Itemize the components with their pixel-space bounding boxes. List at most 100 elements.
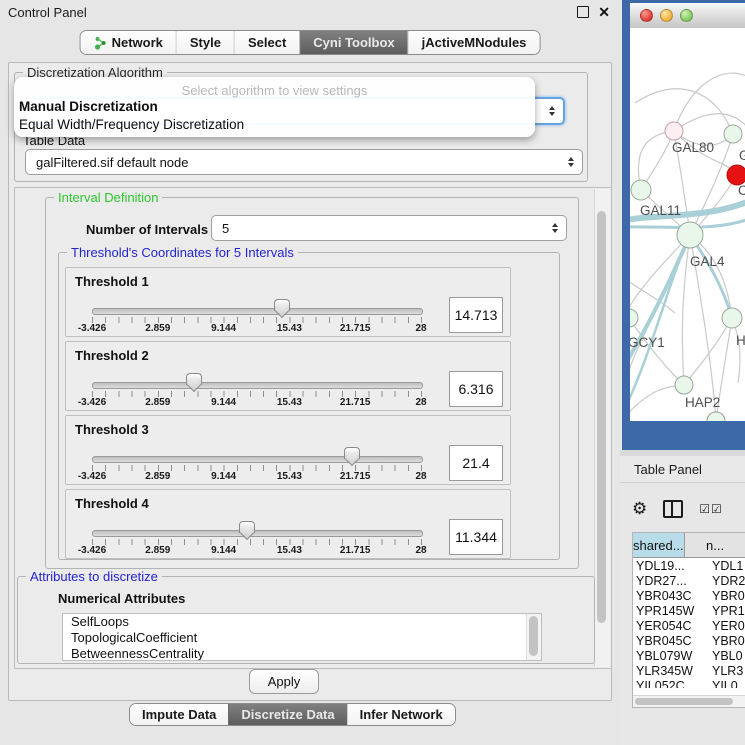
tab-jactivemnodules[interactable]: jActiveMNodules [408, 31, 540, 54]
table-cell[interactable]: YER0 [709, 619, 745, 633]
tick-label: 9.144 [211, 545, 236, 556]
list-item[interactable]: TopologicalCoefficient [63, 630, 541, 646]
slider-track[interactable] [92, 308, 423, 315]
node-label: GAL4 [690, 254, 725, 269]
tick-label: -3.426 [78, 471, 106, 482]
network-window[interactable]: GAL80 G C GAL11 GAL4 GCY1 H HAP2 [622, 0, 745, 450]
table-row[interactable]: YER054CYER0 [633, 618, 745, 633]
tick-label: 21.715 [340, 397, 371, 408]
vertical-scrollbar[interactable] [594, 189, 610, 667]
network-canvas[interactable]: GAL80 G C GAL11 GAL4 GCY1 H HAP2 [630, 28, 745, 421]
tab-impute-data-label: Impute Data [142, 707, 216, 722]
float-window-icon[interactable] [577, 6, 589, 18]
network-window-titlebar[interactable] [630, 3, 745, 29]
tab-select[interactable]: Select [234, 31, 299, 54]
combo-stepper-icon [568, 157, 574, 167]
interval-definition-group: Interval Definition Number of Intervals … [45, 197, 579, 569]
table-row[interactable]: YBL079WYBL0 [633, 648, 745, 663]
table-cell[interactable]: YIL052C [633, 679, 709, 689]
table-cell[interactable]: YBR045C [633, 634, 709, 648]
table-cell[interactable]: YBL079W [633, 649, 709, 663]
select-checkboxes-icon[interactable]: ☑☑ [699, 502, 723, 516]
selected-red-node[interactable] [727, 165, 745, 185]
table-cell[interactable]: YDL19... [633, 559, 709, 573]
threshold-1-slider[interactable]: -3.426 2.859 9.144 15.43 21.715 28 [92, 268, 421, 336]
tab-cyni-toolbox[interactable]: Cyni Toolbox [299, 31, 407, 54]
column-header-shared-name[interactable]: shared... [633, 533, 685, 557]
slider-knob[interactable] [344, 447, 360, 459]
table-row[interactable]: YPR145WYPR1 [633, 603, 745, 618]
close-traffic-light[interactable] [640, 9, 653, 22]
tab-infer-network-label: Infer Network [360, 707, 443, 722]
table-cell[interactable]: YPR1 [709, 604, 745, 618]
number-of-intervals-combobox[interactable]: 5 [211, 215, 567, 241]
tab-impute-data[interactable]: Impute Data [130, 704, 228, 725]
threshold-3-slider[interactable]: -3.426 2.859 9.144 15.43 21.715 28 [92, 416, 421, 484]
table-cell[interactable]: YIL0 [709, 679, 745, 689]
number-of-intervals-label: Number of Intervals [86, 222, 208, 237]
slider-knob[interactable] [239, 521, 255, 533]
table-cell[interactable]: YBL0 [709, 649, 745, 663]
table-row[interactable]: YBR043CYBR0 [633, 588, 745, 603]
tick-label: 15.43 [277, 545, 302, 556]
scrollbar-thumb[interactable] [529, 616, 538, 656]
numerical-attributes-label: Numerical Attributes [58, 591, 185, 606]
table-cell[interactable]: YBR0 [709, 634, 745, 648]
dropdown-option-equal-width-frequency[interactable]: Equal Width/Frequency Discretization [14, 116, 535, 134]
scrollbar-thumb[interactable] [597, 211, 606, 623]
table-row[interactable]: YLR345WYLR3 [633, 663, 745, 678]
dropdown-hint: Select algorithm to view settings [14, 83, 535, 98]
threshold-4-value-field[interactable]: 11.344 [449, 519, 503, 555]
tab-network[interactable]: Network [81, 31, 176, 54]
table-panel-titlebar: Table Panel [620, 456, 745, 483]
list-item[interactable]: BetweennessCentrality [63, 646, 541, 661]
threshold-2-value-field[interactable]: 6.316 [449, 371, 503, 407]
tick-label: 15.43 [277, 471, 302, 482]
threshold-2-slider[interactable]: -3.426 2.859 9.144 15.43 21.715 28 [92, 342, 421, 410]
slider-track[interactable] [92, 382, 423, 389]
table-cell[interactable]: YDR27... [633, 574, 709, 588]
table-cell[interactable]: YDL1 [709, 559, 745, 573]
dropdown-option-manual-discretization[interactable]: Manual Discretization [14, 98, 535, 116]
tab-style[interactable]: Style [176, 31, 234, 54]
table-cell[interactable]: YPR145W [633, 604, 709, 618]
threshold-1-value-field[interactable]: 14.713 [449, 297, 503, 333]
table-cell[interactable]: YDR2 [709, 574, 745, 588]
slider-track[interactable] [92, 456, 423, 463]
slider-knob[interactable] [186, 373, 202, 385]
close-icon[interactable]: ✕ [598, 6, 610, 18]
gear-icon[interactable]: ⚙ [632, 500, 647, 518]
table-cell[interactable]: YLR345W [633, 664, 709, 678]
table-panel-title: Table Panel [620, 462, 702, 477]
table-row[interactable]: YDR27...YDR2 [633, 573, 745, 588]
threshold-4-slider[interactable]: -3.426 2.859 9.144 15.43 21.715 28 [92, 490, 421, 558]
column-header-name[interactable]: n... [685, 533, 745, 557]
table-cell[interactable]: YER054C [633, 619, 709, 633]
slider-track[interactable] [92, 530, 423, 537]
table-data-combobox[interactable]: galFiltered.sif default node [25, 149, 583, 175]
tab-infer-network[interactable]: Infer Network [347, 704, 455, 725]
apply-button[interactable]: Apply [249, 669, 319, 694]
slider-knob[interactable] [274, 299, 290, 311]
threshold-3-value-field[interactable]: 21.4 [449, 445, 503, 481]
columns-icon[interactable] [663, 500, 683, 518]
network-view[interactable]: GAL80 G C GAL11 GAL4 GCY1 H HAP2 [630, 28, 745, 421]
table-row[interactable]: YBR045CYBR0 [633, 633, 745, 648]
attributes-group-title: Attributes to discretize [26, 569, 162, 584]
table-row[interactable]: YIL052CYIL0 [633, 678, 745, 688]
table-row[interactable]: YDL19...YDL1 [633, 558, 745, 573]
list-scrollbar[interactable] [526, 614, 541, 660]
scrollbar-thumb[interactable] [635, 698, 733, 705]
cyni-toolbox-panel: Discretization Algorithm Table Data galF… [8, 62, 612, 701]
table-cell[interactable]: YLR3 [709, 664, 745, 678]
list-item[interactable]: SelfLoops [63, 614, 541, 630]
tab-discretize-data[interactable]: Discretize Data [228, 704, 346, 725]
tick-label: 9.144 [211, 471, 236, 482]
table-cell[interactable]: YBR043C [633, 589, 709, 603]
horizontal-scrollbar[interactable] [633, 695, 745, 707]
numerical-attributes-list: SelfLoops TopologicalCoefficient Between… [62, 613, 542, 661]
zoom-traffic-light[interactable] [680, 9, 693, 22]
table-cell[interactable]: YBR0 [709, 589, 745, 603]
tick-label: 28 [415, 471, 426, 482]
minimize-traffic-light[interactable] [660, 9, 673, 22]
